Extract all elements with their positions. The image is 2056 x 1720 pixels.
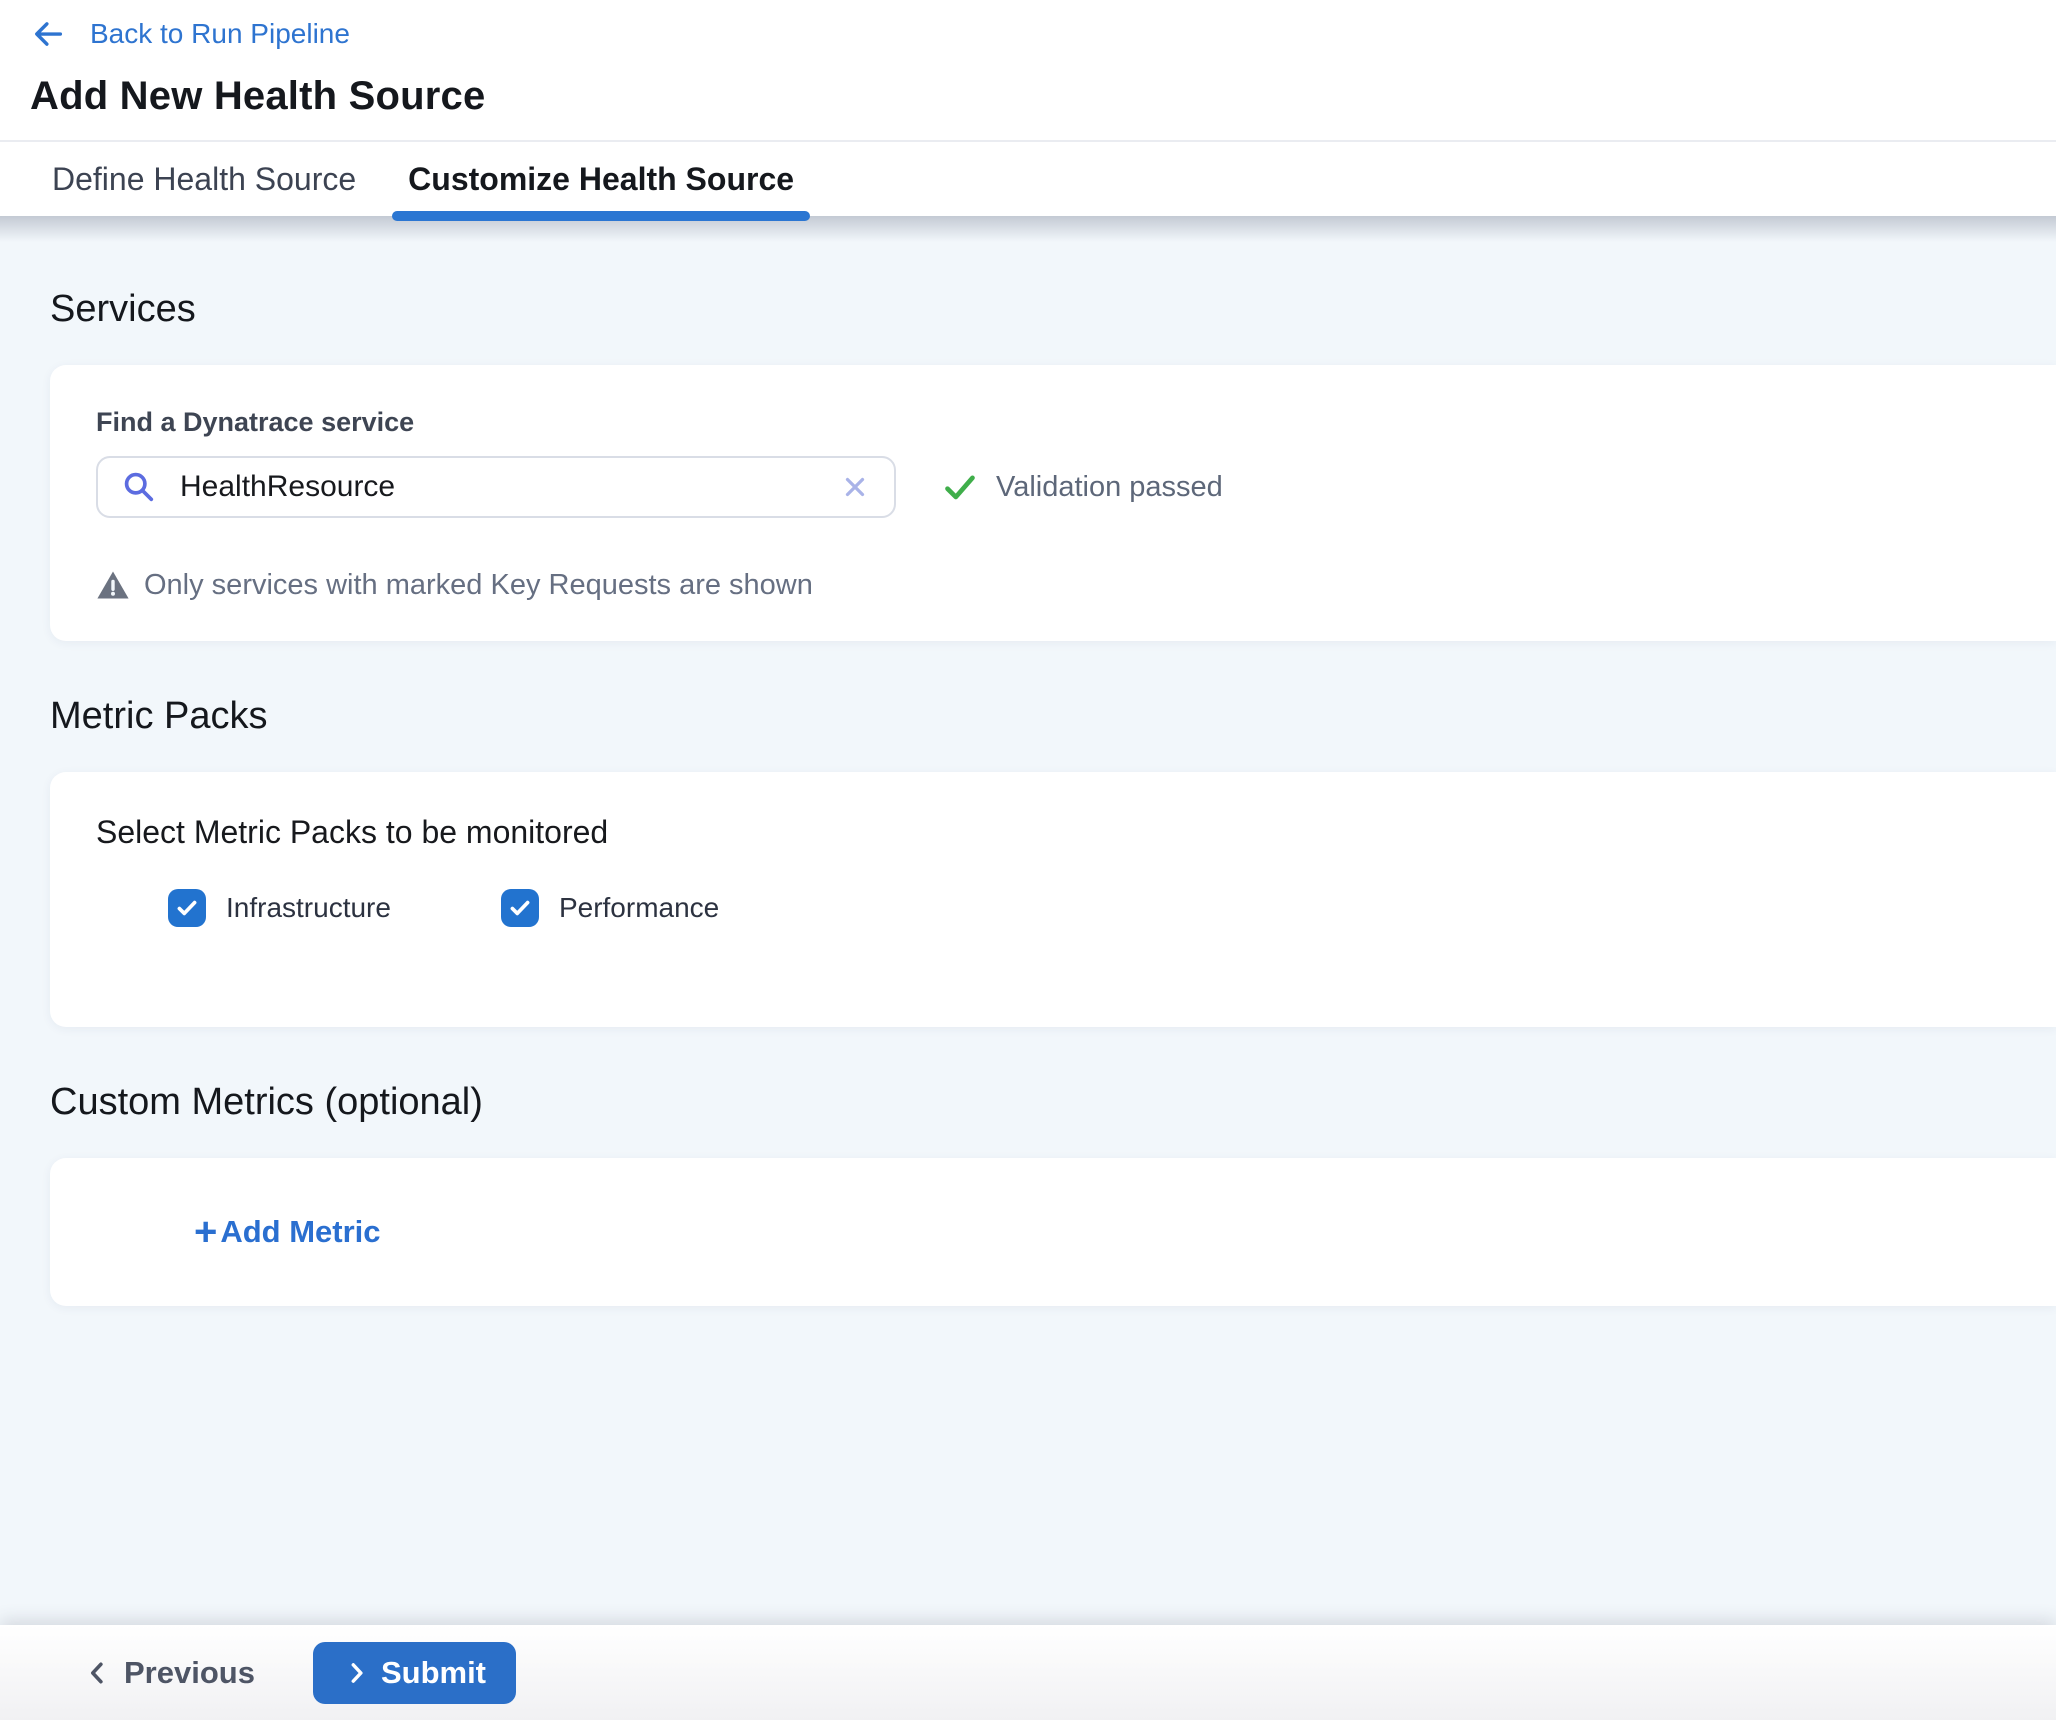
chevron-right-icon (343, 1660, 369, 1686)
page-title: Add New Health Source (30, 74, 2056, 119)
tab-define-health-source[interactable]: Define Health Source (36, 142, 372, 216)
metric-packs-options: Infrastructure Performance (168, 889, 2010, 927)
checkbox-performance[interactable]: Performance (501, 889, 719, 927)
footer-bar: Previous Submit (0, 1625, 2056, 1720)
arrow-left-icon (30, 16, 66, 52)
chevron-left-icon (84, 1659, 112, 1687)
add-metric-button[interactable]: + Add Metric (194, 1214, 381, 1250)
checkbox-infrastructure[interactable]: Infrastructure (168, 889, 391, 927)
checkbox-label: Infrastructure (226, 892, 391, 924)
previous-label: Previous (124, 1655, 255, 1691)
customize-health-source-panel: Services Find a Dynatrace service (0, 216, 2056, 1625)
check-icon (940, 467, 980, 507)
service-search-row: Validation passed (96, 456, 2010, 518)
custom-metrics-card: + Add Metric (50, 1158, 2056, 1306)
active-tab-underline (392, 211, 810, 221)
tab-label: Customize Health Source (408, 161, 794, 198)
custom-metrics-heading: Custom Metrics (optional) (50, 1081, 2056, 1124)
tab-customize-health-source[interactable]: Customize Health Source (392, 142, 810, 216)
service-search-box (96, 456, 896, 518)
previous-button[interactable]: Previous (84, 1655, 255, 1691)
metric-packs-card: Select Metric Packs to be monitored Infr… (50, 772, 2056, 1027)
clear-icon[interactable] (840, 472, 870, 502)
add-metric-label: Add Metric (220, 1214, 380, 1250)
submit-label: Submit (381, 1655, 486, 1691)
warning-text: Only services with marked Key Requests a… (144, 569, 813, 602)
page-header: Back to Run Pipeline Add New Health Sour… (0, 0, 2056, 140)
checkbox-label: Performance (559, 892, 719, 924)
submit-button[interactable]: Submit (313, 1642, 516, 1704)
checkbox-checked-icon (168, 889, 206, 927)
back-link-label: Back to Run Pipeline (90, 18, 350, 50)
tab-bar: Define Health Source Customize Health So… (0, 140, 2056, 216)
checkbox-checked-icon (501, 889, 539, 927)
back-link[interactable]: Back to Run Pipeline (30, 16, 350, 52)
add-health-source-page: Back to Run Pipeline Add New Health Sour… (0, 0, 2056, 1720)
metric-packs-heading: Metric Packs (50, 695, 2056, 738)
services-heading: Services (50, 216, 2056, 331)
validation-text: Validation passed (996, 471, 1223, 504)
tab-label: Define Health Source (52, 161, 356, 198)
metric-packs-subheading: Select Metric Packs to be monitored (96, 814, 2010, 851)
service-search-input[interactable] (178, 469, 818, 505)
search-icon (122, 470, 156, 504)
service-search-label: Find a Dynatrace service (96, 407, 2010, 438)
services-card: Find a Dynatrace service Validation pass (50, 365, 2056, 641)
validation-status: Validation passed (940, 467, 1223, 507)
services-warning: Only services with marked Key Requests a… (96, 568, 2010, 602)
warning-icon (96, 568, 130, 602)
